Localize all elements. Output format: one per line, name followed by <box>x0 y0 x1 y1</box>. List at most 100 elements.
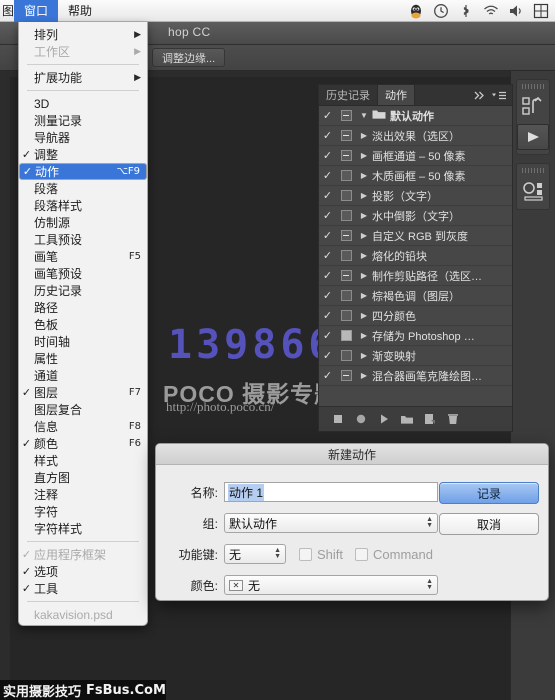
action-toggle-checkmark-icon[interactable]: ✓ <box>319 289 336 302</box>
volume-icon[interactable] <box>508 3 524 19</box>
menu-item-9[interactable]: ✓动作⌥F9 <box>19 163 147 180</box>
shift-checkbox[interactable]: Shift <box>299 547 343 562</box>
action-row[interactable]: ✓▶木质画框 – 50 像素 <box>319 166 512 186</box>
command-checkbox[interactable]: Command <box>355 547 433 562</box>
action-dialog-toggle[interactable] <box>336 370 356 381</box>
menu-item-30[interactable]: 字符样式 <box>19 520 147 537</box>
menu-item-28[interactable]: 注释 <box>19 486 147 503</box>
fkey-select[interactable]: 无 ▲▼ <box>224 544 286 564</box>
twirl-right-icon[interactable]: ▶ <box>356 251 372 260</box>
action-row[interactable]: ✓▶淡出效果（选区） <box>319 126 512 146</box>
play-large-button[interactable] <box>517 124 549 150</box>
action-toggle-checkmark-icon[interactable]: ✓ <box>319 269 336 282</box>
action-toggle-checkmark-icon[interactable]: ✓ <box>319 229 336 242</box>
color-select[interactable]: ✕ 无 ▲▼ <box>224 575 438 595</box>
twirl-right-icon[interactable]: ▶ <box>356 311 372 320</box>
action-dialog-toggle[interactable] <box>336 290 356 301</box>
group-select[interactable]: 默认动作 ▲▼ <box>224 513 438 533</box>
actions-list[interactable]: ✓▼默认动作✓▶淡出效果（选区）✓▶画框通道 – 50 像素✓▶木质画框 – 5… <box>319 106 512 406</box>
new-set-icon[interactable] <box>400 412 414 426</box>
new-action-icon[interactable] <box>423 412 437 426</box>
double-chevron-right-icon[interactable] <box>474 91 485 100</box>
menu-item-14[interactable]: 画笔F5 <box>19 248 147 265</box>
menu-item-10[interactable]: 段落 <box>19 180 147 197</box>
menu-item-6[interactable]: 测量记录 <box>19 112 147 129</box>
menubar-item-0[interactable]: 图 <box>0 0 14 22</box>
action-row[interactable]: ✓▶四分颜色 <box>319 306 512 326</box>
tab-actions[interactable]: 动作 <box>378 85 415 105</box>
time-machine-icon[interactable] <box>433 3 449 19</box>
menu-item-5[interactable]: 3D <box>19 95 147 112</box>
3d-panel-icon[interactable] <box>517 177 551 205</box>
action-dialog-toggle[interactable] <box>336 350 356 361</box>
menu-item-7[interactable]: 导航器 <box>19 129 147 146</box>
twirl-right-icon[interactable]: ▶ <box>356 131 372 140</box>
action-row[interactable]: ✓▶自定义 RGB 到灰度 <box>319 226 512 246</box>
action-toggle-checkmark-icon[interactable]: ✓ <box>319 249 336 262</box>
menubar-item-window[interactable]: 窗口 <box>14 0 58 22</box>
action-dialog-toggle[interactable] <box>336 210 356 221</box>
menu-item-8[interactable]: ✓调整 <box>19 146 147 163</box>
action-toggle-checkmark-icon[interactable]: ✓ <box>319 329 336 342</box>
dock-group-history[interactable] <box>516 79 550 155</box>
action-toggle-checkmark-icon[interactable]: ✓ <box>319 309 336 322</box>
menu-item-29[interactable]: 字符 <box>19 503 147 520</box>
action-row[interactable]: ✓▶水中倒影（文字） <box>319 206 512 226</box>
menu-item-13[interactable]: 工具预设 <box>19 231 147 248</box>
dock-group-3d[interactable] <box>516 163 550 210</box>
menu-item-34[interactable]: ✓工具 <box>19 580 147 597</box>
menu-item-27[interactable]: 直方图 <box>19 469 147 486</box>
tab-history[interactable]: 历史记录 <box>319 85 378 105</box>
twirl-right-icon[interactable]: ▶ <box>356 211 372 220</box>
action-row[interactable]: ✓▶混合器画笔克隆绘图… <box>319 366 512 386</box>
menu-item-25[interactable]: ✓颜色F6 <box>19 435 147 452</box>
play-icon[interactable] <box>377 412 391 426</box>
menu-item-18[interactable]: 色板 <box>19 316 147 333</box>
cancel-button[interactable]: 取消 <box>439 513 539 535</box>
action-toggle-checkmark-icon[interactable]: ✓ <box>319 369 336 382</box>
action-row[interactable]: ✓▶棕褐色调（图层） <box>319 286 512 306</box>
action-dialog-toggle[interactable] <box>336 230 356 241</box>
menu-item-17[interactable]: 路径 <box>19 299 147 316</box>
action-row[interactable]: ✓▶熔化的铅块 <box>319 246 512 266</box>
twirl-down-icon[interactable]: ▼ <box>356 111 372 120</box>
action-row[interactable]: ✓▶存储为 Photoshop … <box>319 326 512 346</box>
menu-item-16[interactable]: 历史记录 <box>19 282 147 299</box>
menu-item-0[interactable]: 排列▶ <box>19 26 147 43</box>
action-dialog-toggle[interactable] <box>336 250 356 261</box>
panel-menu-icon[interactable] <box>491 91 507 100</box>
delete-icon[interactable] <box>446 412 460 426</box>
action-toggle-checkmark-icon[interactable]: ✓ <box>319 109 336 122</box>
menu-item-12[interactable]: 仿制源 <box>19 214 147 231</box>
twirl-right-icon[interactable]: ▶ <box>356 271 372 280</box>
action-toggle-checkmark-icon[interactable]: ✓ <box>319 149 336 162</box>
action-dialog-toggle[interactable] <box>336 110 356 121</box>
action-toggle-checkmark-icon[interactable]: ✓ <box>319 349 336 362</box>
action-dialog-toggle[interactable] <box>336 130 356 141</box>
menubar-item-help[interactable]: 帮助 <box>58 0 102 22</box>
action-row[interactable]: ✓▶画框通道 – 50 像素 <box>319 146 512 166</box>
dialog-title-bar[interactable]: 新建动作 <box>156 444 548 465</box>
menu-item-22[interactable]: ✓图层F7 <box>19 384 147 401</box>
menu-item-33[interactable]: ✓选项 <box>19 563 147 580</box>
action-dialog-toggle[interactable] <box>336 170 356 181</box>
action-dialog-toggle[interactable] <box>336 190 356 201</box>
twirl-right-icon[interactable]: ▶ <box>356 351 372 360</box>
bluetooth-icon[interactable] <box>458 3 474 19</box>
action-toggle-checkmark-icon[interactable]: ✓ <box>319 169 336 182</box>
action-dialog-toggle[interactable] <box>336 310 356 321</box>
action-row[interactable]: ✓▼默认动作 <box>319 106 512 126</box>
history-icon[interactable] <box>517 93 551 121</box>
menu-item-26[interactable]: 样式 <box>19 452 147 469</box>
menu-item-3[interactable]: 扩展功能▶ <box>19 69 147 86</box>
twirl-right-icon[interactable]: ▶ <box>356 371 372 380</box>
twirl-right-icon[interactable]: ▶ <box>356 151 372 160</box>
action-row[interactable]: ✓▶渐变映射 <box>319 346 512 366</box>
menu-item-21[interactable]: 通道 <box>19 367 147 384</box>
wifi-icon[interactable] <box>483 3 499 19</box>
record-button[interactable]: 记录 <box>439 482 539 504</box>
twirl-right-icon[interactable]: ▶ <box>356 171 372 180</box>
action-name-input[interactable]: 动作 1 <box>224 482 438 502</box>
record-icon[interactable] <box>354 412 368 426</box>
stop-icon[interactable] <box>331 412 345 426</box>
